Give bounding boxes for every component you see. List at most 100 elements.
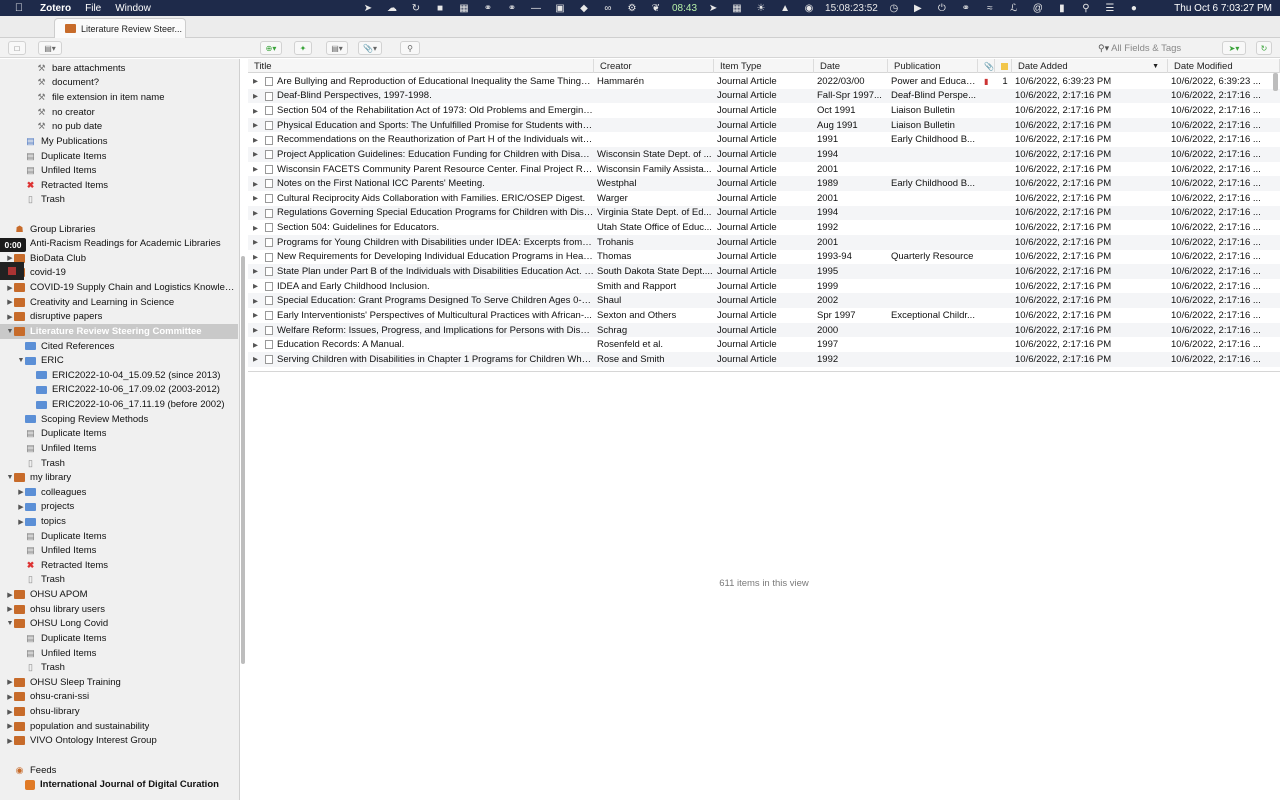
twisty-closed-icon[interactable]: ▶ [6, 678, 14, 686]
table-row[interactable]: ▶ Physical Education and Sports: The Unfu… [248, 117, 1280, 133]
expand-row-icon[interactable]: ▶ [253, 103, 258, 118]
sidebar-item[interactable]: ▤ Duplicate Items [0, 631, 238, 646]
expand-row-icon[interactable]: ▶ [253, 220, 258, 235]
expand-row-icon[interactable]: ▶ [253, 250, 258, 265]
wifi-icon[interactable]: ≈ [978, 3, 1002, 14]
sidebar-item[interactable]: Scoping Review Methods [0, 412, 238, 427]
sidebar-item[interactable]: ▶ COVID-19 Supply Chain and Logistics Kno… [0, 280, 238, 295]
shield-icon[interactable]: ◆ [572, 3, 596, 14]
headphones-2-icon[interactable]: ⚭ [954, 3, 978, 14]
twisty-closed-icon[interactable]: ▶ [6, 605, 14, 613]
butterfly-icon[interactable]: ❦ [644, 3, 668, 14]
power-icon[interactable]: ⏻ [930, 3, 954, 14]
sidebar-item[interactable]: ▯ Trash [0, 573, 238, 588]
clock[interactable]: Thu Oct 6 7:03:27 PM [1174, 3, 1272, 14]
search-field[interactable]: ⚲▾ All Fields & Tags [1098, 41, 1210, 55]
at-icon[interactable]: @ [1026, 3, 1050, 14]
twisty-open-icon[interactable]: ▼ [6, 328, 14, 335]
new-item-button[interactable]: ⊕▾ [260, 41, 282, 55]
twisty-closed-icon[interactable]: ▶ [6, 737, 14, 745]
sidebar-item[interactable]: ▶Anti-Racism Readings for Academic Libra… [0, 236, 238, 251]
brightness-icon[interactable]: ☀ [749, 3, 773, 14]
sidebar-item[interactable]: ▤ My Publications [0, 134, 238, 149]
infinity-icon[interactable]: ∞ [596, 3, 620, 14]
table-row[interactable]: ▶ New Requirements for Developing Individ… [248, 250, 1280, 265]
sidebar-item[interactable]: ▶ ohsu-crani-ssi [0, 690, 238, 705]
add-by-identifier-button[interactable]: ✦ [294, 41, 312, 55]
twisty-closed-icon[interactable]: ▶ [6, 708, 14, 716]
column-attachments[interactable]: 📎 [978, 59, 995, 73]
sidebar-item[interactable]: ▶ ohsu library users [0, 602, 238, 617]
twisty-open-icon[interactable]: ▼ [6, 620, 14, 627]
sidebar-item[interactable]: ✖ Retracted Items [0, 558, 238, 573]
clipboard-icon[interactable]: ▦ [452, 3, 476, 14]
sidebar-item[interactable]: ▶ projects [0, 500, 238, 515]
sidebar-item[interactable]: ▤ Unfiled Items [0, 543, 238, 558]
new-collection-button[interactable]: □ [8, 41, 26, 55]
sidebar-item[interactable]: ▤ Duplicate Items [0, 529, 238, 544]
app-menu[interactable]: Zotero [40, 3, 71, 14]
file-menu[interactable]: File [85, 3, 101, 14]
search-icon[interactable]: ⚲ [1074, 3, 1098, 14]
siri-icon[interactable]: ● [1122, 3, 1146, 14]
twisty-closed-icon[interactable]: ▶ [6, 313, 14, 321]
sidebar-item[interactable]: ▯ Trash [0, 193, 238, 208]
sidebar-item[interactable]: ⚒ no creator [0, 105, 238, 120]
grid-icon[interactable]: ▦ [725, 3, 749, 14]
table-row[interactable]: ▶ Welfare Reform: Issues, Progress, and I… [248, 322, 1280, 338]
sidebar-item[interactable]: ▶ BioData Club [0, 251, 238, 266]
table-row[interactable]: ▶ Special Education: Grant Programs Desig… [248, 293, 1280, 309]
keyboard-icon[interactable]: ▣ [548, 3, 572, 14]
library-tab[interactable]: Literature Review Steer... [54, 18, 186, 38]
table-row[interactable]: ▶ Notes on the First National ICC Parents… [248, 176, 1280, 191]
twisty-closed-icon[interactable]: ▶ [17, 488, 25, 496]
items-scrollbar[interactable] [1273, 73, 1278, 91]
sidebar-item[interactable]: ☗ Group Libraries [0, 222, 238, 237]
expand-row-icon[interactable]: ▶ [253, 308, 258, 323]
add-attachment-button[interactable]: 📎▾ [358, 41, 382, 55]
sidebar-item[interactable]: ▶ colleagues [0, 485, 238, 500]
twisty-closed-icon[interactable]: ▶ [17, 503, 25, 511]
sidebar-item[interactable]: ▶ OHSU Sleep Training [0, 675, 238, 690]
sidebar-item[interactable]: ▤ Unfiled Items [0, 441, 238, 456]
column-date-modified[interactable]: Date Modified [1168, 59, 1280, 73]
sidebar-item[interactable]: ◉ Feeds [0, 763, 238, 778]
sidebar-item[interactable]: ▤ Duplicate Items [0, 427, 238, 442]
sidebar-item[interactable]: ▶ population and sustainability [0, 719, 238, 734]
twisty-closed-icon[interactable]: ▶ [6, 591, 14, 599]
sidebar-item[interactable]: ERIC2022-10-06_17.11.19 (before 2002) [0, 397, 238, 412]
column-notes[interactable] [995, 59, 1012, 73]
expand-row-icon[interactable]: ▶ [253, 162, 258, 177]
twisty-closed-icon[interactable]: ▶ [6, 722, 14, 730]
advanced-search-button[interactable]: ⚲ [400, 41, 420, 55]
column-title[interactable]: Title [248, 59, 594, 73]
expand-row-icon[interactable]: ▶ [253, 74, 258, 89]
twisty-closed-icon[interactable]: ▶ [17, 518, 25, 526]
sidebar-item[interactable]: ▶ OHSU APOM [0, 587, 238, 602]
table-row[interactable]: ▶ Regulations Governing Special Education… [248, 205, 1280, 221]
sidebar-item[interactable]: ⚒ bare attachments [0, 61, 238, 76]
sidebar-item[interactable]: ERIC2022-10-06_17.09.02 (2003-2012) [0, 383, 238, 398]
binoculars-icon[interactable]: ◉ [797, 3, 821, 14]
cloud-icon[interactable]: ☁ [380, 3, 404, 14]
pdf-attachment-icon[interactable]: ▮ [981, 74, 993, 89]
sidebar-item[interactable]: ▯ Trash [0, 456, 238, 471]
sync-button[interactable]: ↻ [1256, 41, 1272, 55]
new-library-button[interactable]: ▤▾ [38, 41, 62, 55]
sidebar-item[interactable]: Cited References [0, 339, 238, 354]
table-row[interactable]: ▶ Early Interventionists' Perspectives of… [248, 308, 1280, 323]
expand-row-icon[interactable]: ▶ [253, 147, 258, 162]
locate-button[interactable]: ➤▾ [1222, 41, 1246, 55]
table-row[interactable]: ▶ Section 504: Guidelines for Educators. U… [248, 220, 1280, 235]
dash-icon[interactable]: — [524, 3, 548, 14]
twisty-open-icon[interactable]: ▼ [6, 474, 14, 481]
expand-row-icon[interactable]: ▶ [253, 264, 258, 279]
table-row[interactable]: ▶ Recommendations on the Reauthorization … [248, 133, 1280, 148]
table-row[interactable]: ▶ Deaf-Blind Perspectives, 1997-1998. Jour… [248, 88, 1280, 104]
expand-row-icon[interactable]: ▶ [253, 118, 258, 133]
headset-icon[interactable]: ⚭ [500, 3, 524, 14]
sync-icon[interactable]: ↻ [404, 3, 428, 14]
stopwatch-readout[interactable]: 15:08:23:52 [821, 3, 882, 14]
new-note-button[interactable]: ▤▾ [326, 41, 348, 55]
bluetooth-icon[interactable]: ℒ [1002, 3, 1026, 14]
